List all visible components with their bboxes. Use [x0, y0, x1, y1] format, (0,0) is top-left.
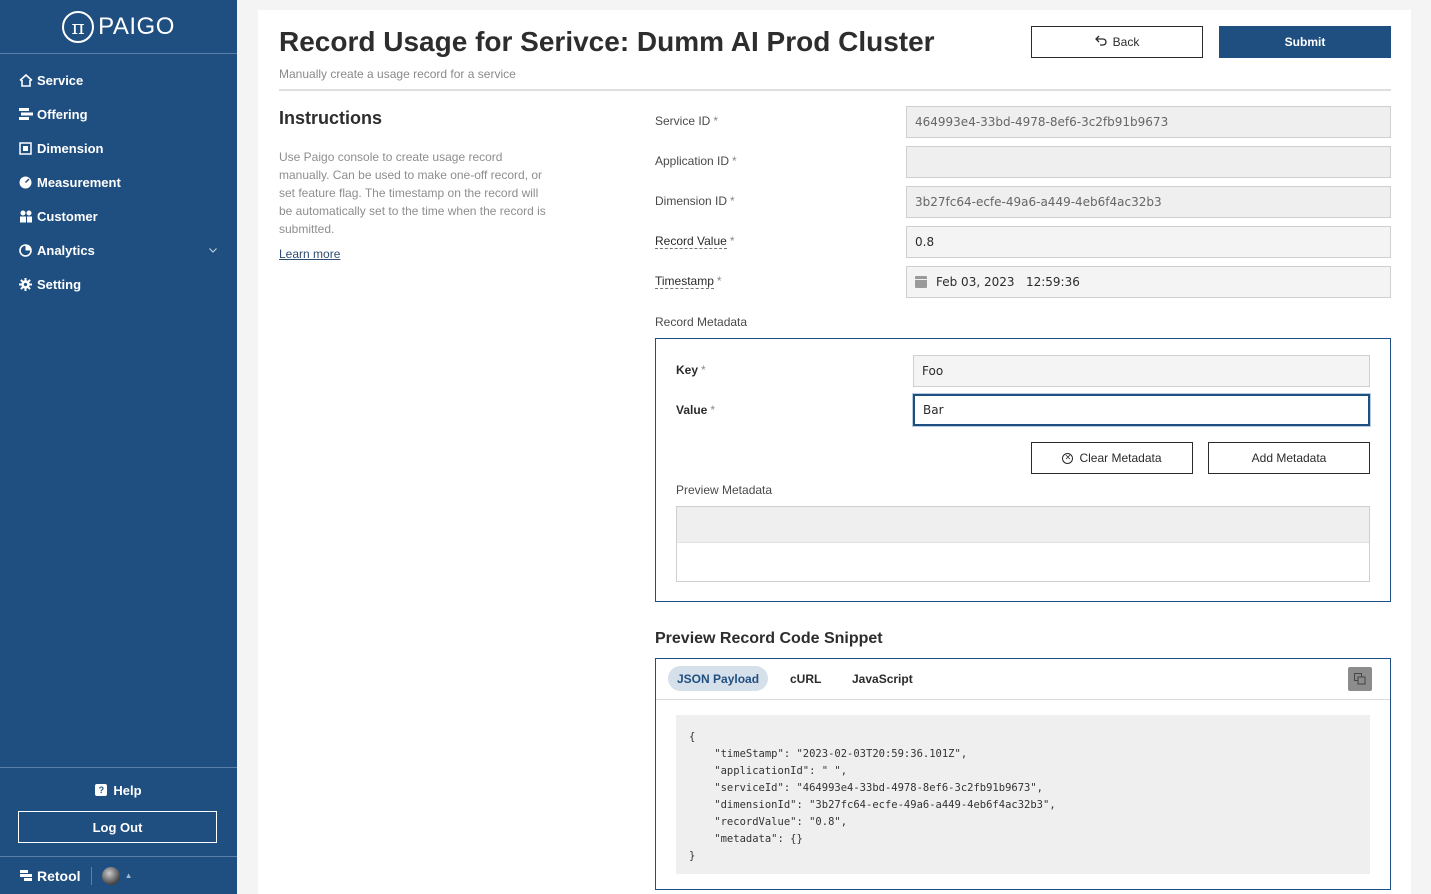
- service-id-label: Service ID *: [655, 114, 718, 128]
- service-id-label-text: Service ID: [655, 114, 711, 128]
- metadata-key-label-text: Key: [676, 363, 699, 377]
- instructions-title: Instructions: [279, 108, 383, 128]
- sidebar-help-area: ? Help Log Out: [0, 767, 237, 856]
- sidebar-item-service[interactable]: Service: [0, 63, 237, 97]
- required-mark: *: [716, 274, 722, 288]
- dimension-id-label: Dimension ID *: [655, 194, 735, 208]
- code-block: { "timeStamp": "2023-02-03T20:59:36.101Z…: [676, 715, 1370, 874]
- help-link[interactable]: ? Help: [0, 782, 237, 798]
- record-metadata-panel: Key * Foo Value * Bar ✕ Clear Metadata Add…: [655, 338, 1391, 602]
- sidebar-item-label: Service: [37, 72, 84, 88]
- sidebar-item-customer[interactable]: Customer: [0, 199, 237, 233]
- page-subtitle: Manually create a usage record for a ser…: [279, 67, 516, 81]
- application-id-field[interactable]: [906, 146, 1391, 178]
- customer-icon: [18, 209, 33, 224]
- page-title: Record Usage for Serivce: Dumm AI Prod C…: [279, 26, 935, 57]
- instructions-text: Use Paigo console to create usage record…: [279, 150, 546, 236]
- sidebar-item-label: Offering: [37, 106, 88, 122]
- sidebar-item-label: Setting: [37, 276, 82, 292]
- gear-icon: [18, 277, 33, 292]
- retool-bar: Retool ▲: [0, 856, 237, 894]
- required-mark: *: [732, 154, 737, 168]
- offering-icon: [18, 107, 33, 122]
- dimension-id-label-text: Dimension ID: [655, 194, 728, 208]
- sidebar-item-label: Dimension: [37, 140, 104, 156]
- sidebar-item-setting[interactable]: Setting: [0, 267, 237, 301]
- sidebar-item-label: Analytics: [37, 242, 95, 258]
- divider: [90, 866, 92, 885]
- sidebar-item-analytics[interactable]: Analytics: [0, 233, 237, 267]
- timestamp-value: Feb 03, 2023 12:59:36: [936, 275, 1080, 289]
- required-mark: *: [701, 363, 706, 377]
- record-value-label: Record Value *: [655, 234, 735, 249]
- tab-javascript[interactable]: JavaScript: [843, 666, 922, 691]
- avatar[interactable]: [101, 866, 120, 885]
- timestamp-label-text: Timestamp: [655, 274, 714, 289]
- sidebar: π PAIGO Service Offering Dimension Measu…: [0, 0, 237, 894]
- learn-more-link[interactable]: Learn more: [279, 247, 340, 261]
- record-value-input[interactable]: 0.8: [906, 226, 1391, 258]
- logout-button[interactable]: Log Out: [18, 811, 217, 843]
- sidebar-item-offering[interactable]: Offering: [0, 97, 237, 131]
- preview-metadata-header: [677, 507, 1369, 543]
- clear-circle-icon: ✕: [1062, 452, 1074, 464]
- record-value-label-text: Record Value: [655, 234, 727, 249]
- code-snippet-panel: JSON Payload cURL JavaScript { "timeStam…: [655, 658, 1391, 890]
- snippet-tabs: JSON Payload cURL JavaScript: [656, 659, 1390, 700]
- back-button-label: Back: [1112, 35, 1140, 49]
- metadata-key-label: Key *: [676, 363, 706, 377]
- paigo-logo-text: PAIGO: [98, 12, 175, 40]
- analytics-icon: [18, 243, 33, 258]
- back-arrow-icon: [1094, 35, 1107, 49]
- calendar-icon: [915, 276, 927, 288]
- metadata-key-input[interactable]: Foo: [913, 355, 1370, 387]
- application-id-label-text: Application ID: [655, 154, 730, 168]
- copy-icon[interactable]: [1348, 667, 1372, 691]
- sidebar-item-label: Measurement: [37, 174, 121, 190]
- service-id-field[interactable]: 464993e4-33bd-4978-8ef6-3c2fb91b9673: [906, 106, 1391, 138]
- measurement-icon: [18, 175, 33, 190]
- paigo-logo-mark-icon: π: [62, 10, 95, 43]
- dimension-icon: [18, 141, 33, 156]
- sidebar-nav: Service Offering Dimension Measurement C…: [0, 54, 237, 301]
- tab-json-payload[interactable]: JSON Payload: [668, 666, 769, 691]
- main-panel: Record Usage for Serivce: Dumm AI Prod C…: [258, 10, 1411, 894]
- required-mark: *: [730, 194, 735, 208]
- chevron-down-icon[interactable]: [209, 245, 217, 255]
- metadata-value-input[interactable]: Bar: [913, 394, 1370, 426]
- retool-icon: [18, 868, 33, 883]
- help-icon: ?: [95, 784, 108, 796]
- sidebar-item-label: Customer: [37, 208, 98, 224]
- paigo-logo[interactable]: π PAIGO: [0, 0, 237, 54]
- required-mark: *: [729, 234, 735, 248]
- required-mark: *: [713, 114, 719, 128]
- chevron-up-icon[interactable]: ▲: [125, 871, 133, 880]
- sidebar-item-dimension[interactable]: Dimension: [0, 131, 237, 165]
- clear-metadata-label: Clear Metadata: [1079, 451, 1162, 465]
- back-button[interactable]: Back: [1031, 26, 1203, 58]
- dimension-id-field[interactable]: 3b27fc64-ecfe-49a6-a449-4eb6f4ac32b3: [906, 186, 1391, 218]
- clear-metadata-button[interactable]: ✕ Clear Metadata: [1031, 442, 1193, 474]
- preview-metadata-label: Preview Metadata: [676, 483, 773, 497]
- metadata-value-label: Value *: [676, 403, 715, 417]
- application-id-label: Application ID *: [655, 154, 737, 168]
- retool-label[interactable]: Retool: [37, 868, 81, 884]
- sidebar-footer: ? Help Log Out Retool ▲: [0, 767, 237, 894]
- timestamp-picker[interactable]: Feb 03, 2023 12:59:36: [906, 266, 1391, 298]
- record-metadata-label: Record Metadata: [655, 315, 748, 329]
- sidebar-item-measurement[interactable]: Measurement: [0, 165, 237, 199]
- help-label: Help: [113, 782, 142, 798]
- metadata-value-label-text: Value: [676, 403, 708, 417]
- required-mark: *: [710, 403, 716, 417]
- timestamp-label: Timestamp *: [655, 274, 722, 289]
- preview-metadata-table: [676, 506, 1370, 582]
- divider: [279, 89, 1391, 91]
- submit-button[interactable]: Submit: [1219, 26, 1391, 58]
- tab-curl[interactable]: cURL: [781, 666, 830, 691]
- snippet-title: Preview Record Code Snippet: [655, 630, 883, 647]
- home-icon: [18, 73, 33, 88]
- add-metadata-button[interactable]: Add Metadata: [1208, 442, 1370, 474]
